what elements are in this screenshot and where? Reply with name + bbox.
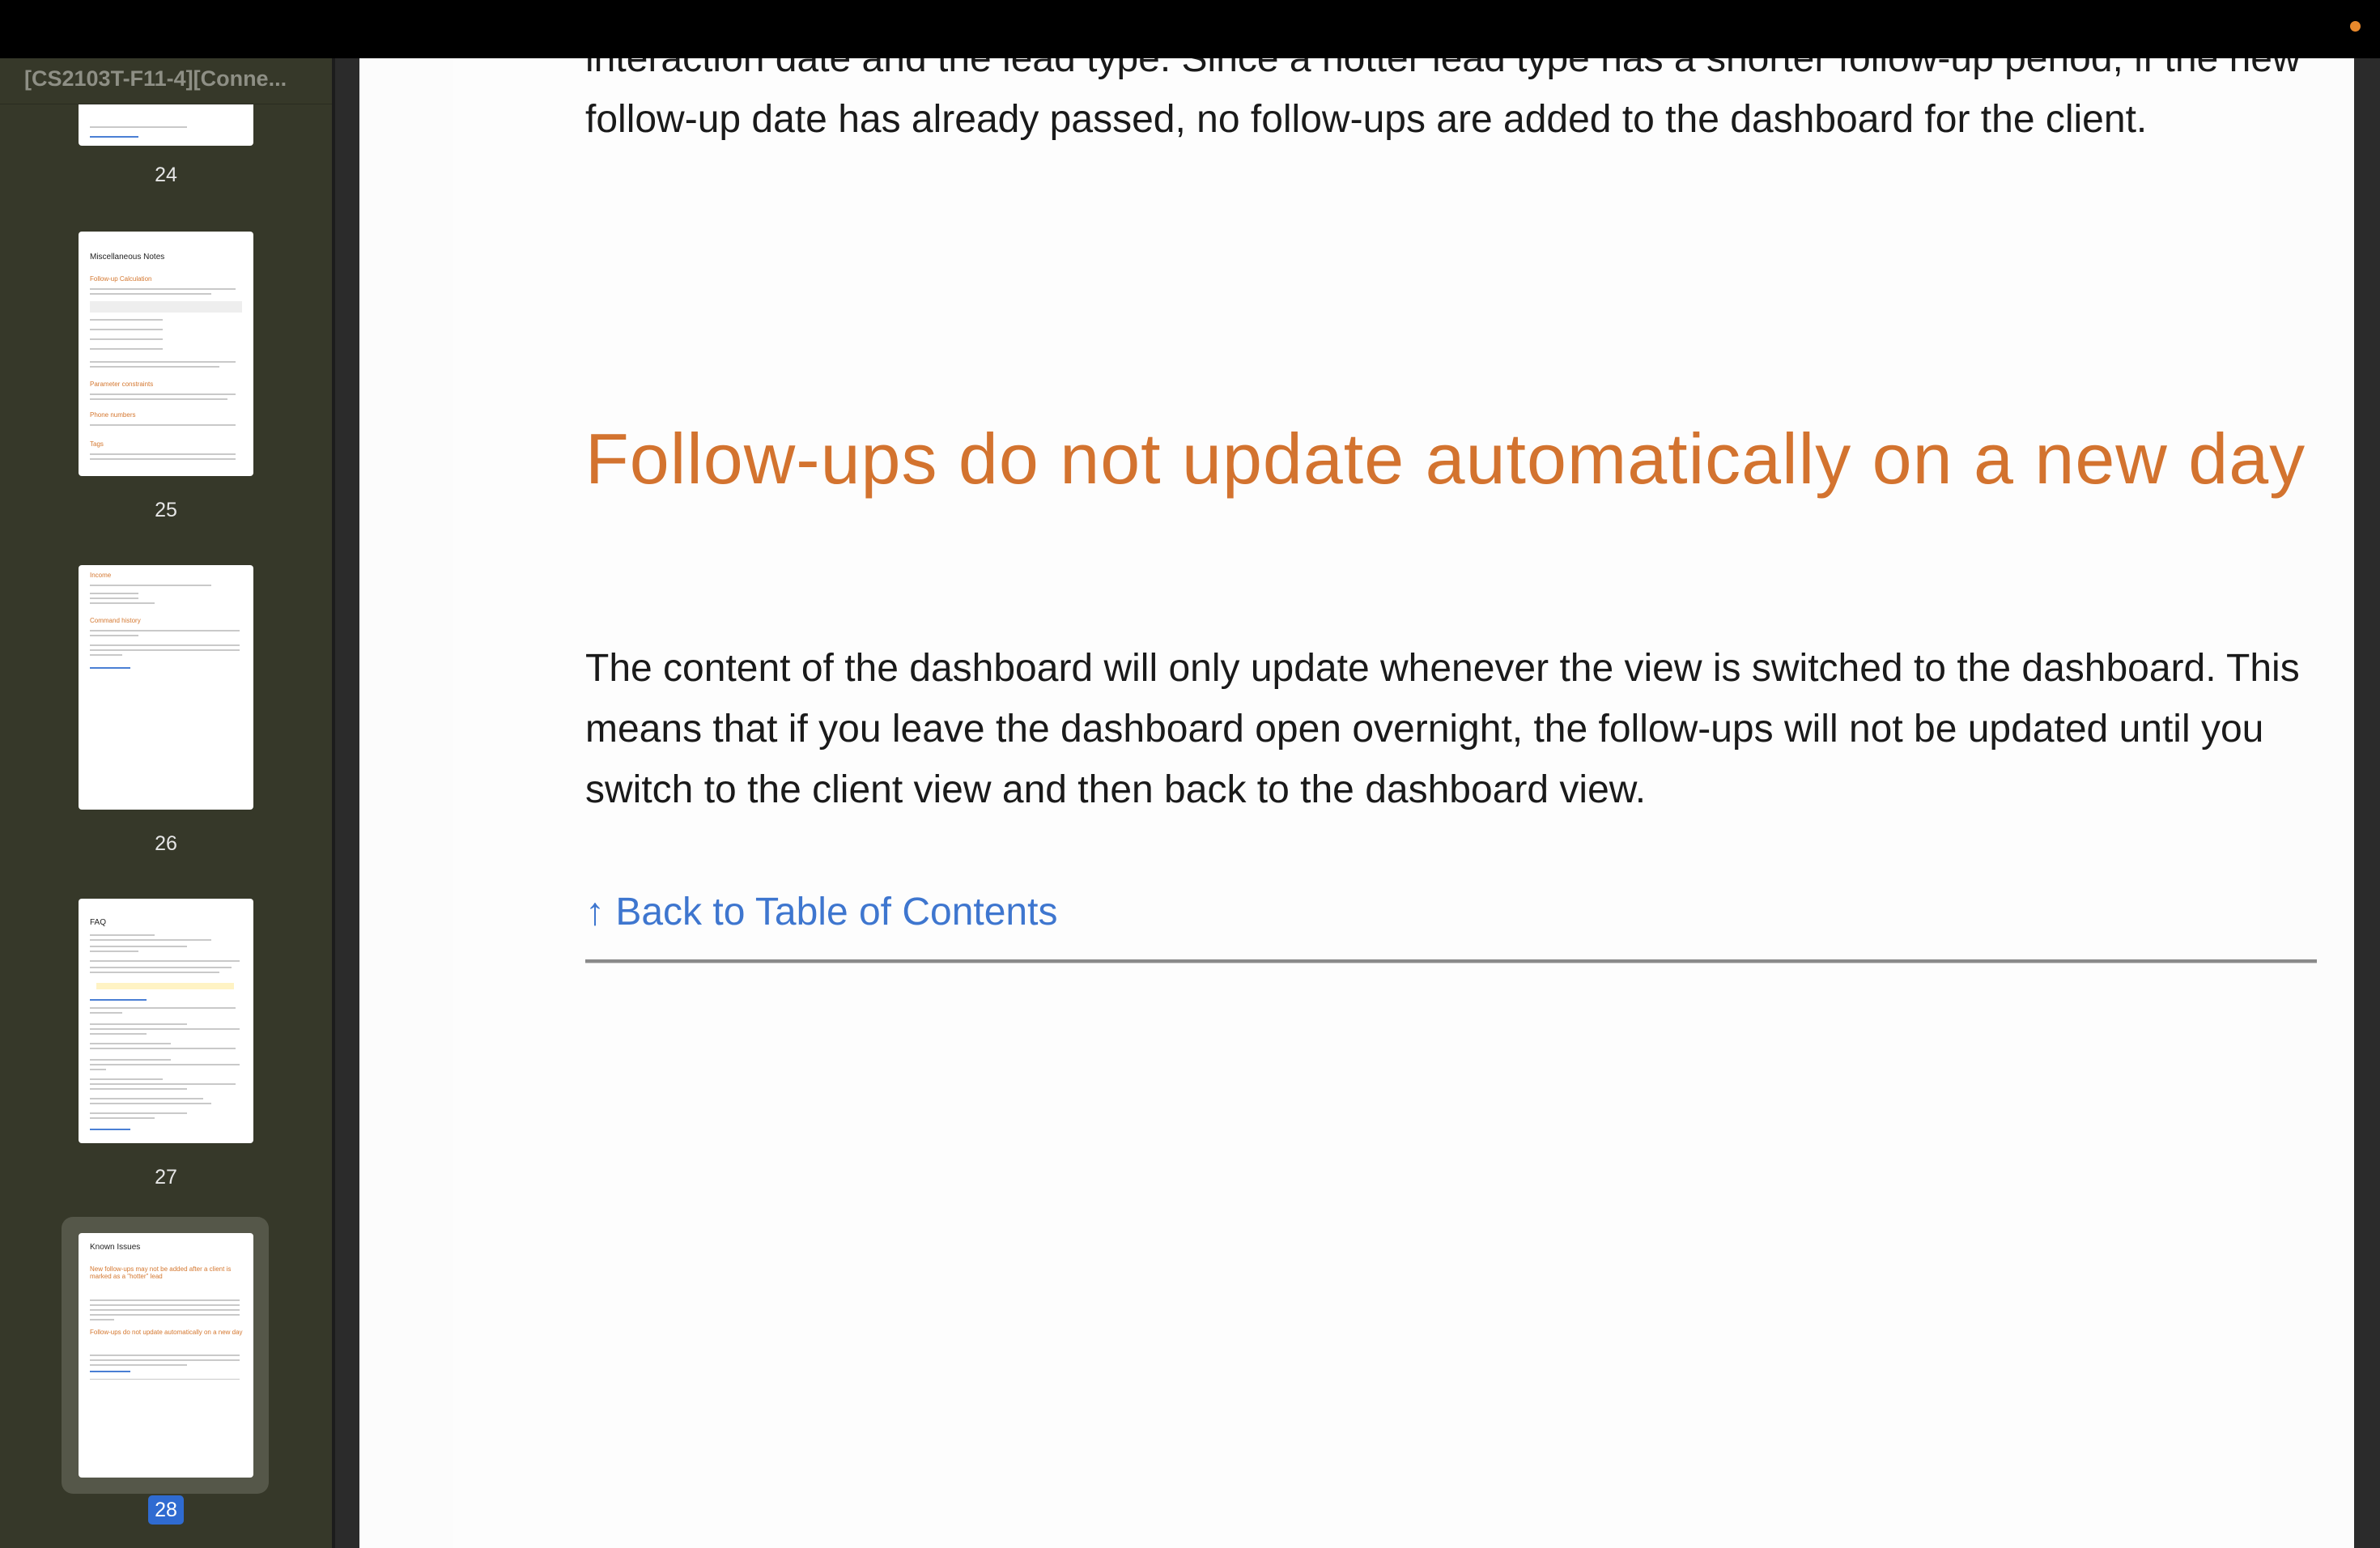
thumb-heading: Known Issues <box>90 1243 141 1252</box>
thumb-subheading: Parameter constraints <box>90 381 154 388</box>
thumb-subheading: Command history <box>90 617 141 624</box>
back-to-toc-link[interactable]: ↑ Back to Table of Contents <box>585 882 1057 942</box>
thumb-subheading: Phone numbers <box>90 411 136 419</box>
section-heading: Follow-ups do not update automatically o… <box>585 419 2306 499</box>
thumb-subheading: Income <box>90 572 112 579</box>
thumb-subheading: Follow-ups do not update automatically o… <box>90 1329 243 1336</box>
window-titlebar <box>0 0 2380 58</box>
page-number-24: 24 <box>155 164 177 186</box>
page-thumbnail-26[interactable]: Income Command history <box>79 565 253 810</box>
thumb-heading: Miscellaneous Notes <box>90 253 165 262</box>
status-dot-icon <box>2350 21 2361 32</box>
page-number-26: 26 <box>155 832 177 855</box>
paragraph-dashboard-update: The content of the dashboard will only u… <box>585 647 2300 811</box>
page-number-28-selected: 28 <box>148 1495 184 1525</box>
document-content: interaction date and the lead type. Sinc… <box>453 58 2317 1548</box>
page-thumbnail-27[interactable]: FAQ <box>79 899 253 1143</box>
document-title: [CS2103T-F11-4][Conne... <box>24 66 287 91</box>
page-number-25: 25 <box>155 499 177 521</box>
page-number-27: 27 <box>155 1166 177 1189</box>
thumb-heading: FAQ <box>90 918 107 927</box>
paragraph-follow-up-text: interaction date and the lead type. Sinc… <box>585 58 2301 141</box>
document-page[interactable]: interaction date and the lead type. Sinc… <box>359 58 2354 1548</box>
thumb-subheading: Tags <box>90 440 104 448</box>
horizontal-rule <box>585 959 2317 963</box>
page-thumbnail-28[interactable]: Known Issues New follow-ups may not be a… <box>79 1233 253 1478</box>
thumb-subheading: Follow-up Calculation <box>90 275 152 283</box>
thumb-subheading: New follow-ups may not be added after a … <box>90 1265 232 1280</box>
page-thumbnail-25[interactable]: Miscellaneous Notes Follow-up Calculatio… <box>79 232 253 476</box>
thumbnail-sidebar[interactable]: 24 Miscellaneous Notes Follow-up Calcula… <box>0 58 332 1548</box>
